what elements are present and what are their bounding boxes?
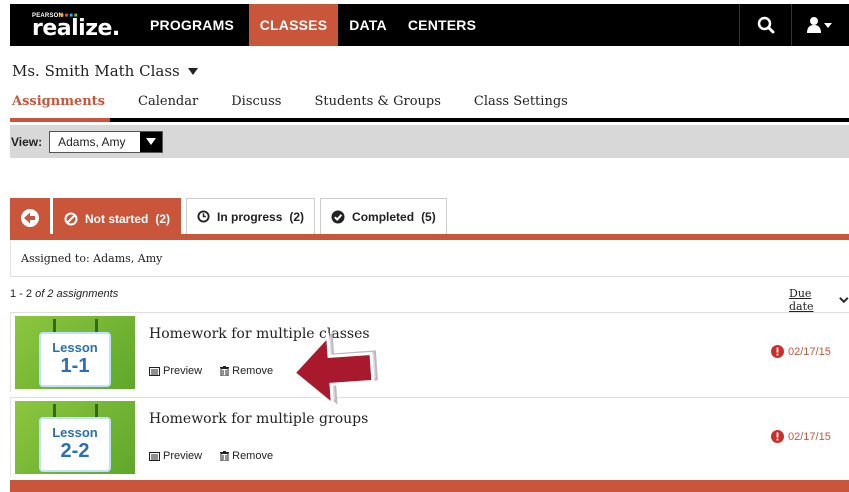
lesson-card: Lesson 2-2 [39,417,111,472]
view-label: View: [11,134,43,149]
lesson-label: Lesson [52,340,98,355]
lesson-label: Lesson [52,425,98,440]
assignment-actions: Preview Remove [149,365,273,377]
assignment-count: 1 - 2 of 2 assignments [10,288,849,300]
lesson-thumbnail[interactable]: Lesson 1-1 [15,316,135,389]
alert-icon [771,430,784,443]
preview-icon [149,451,160,461]
lesson-number: 2-2 [60,440,90,462]
due-date-value: 02/17/15 [788,430,831,443]
nav-centers[interactable]: CENTERS [398,4,486,46]
select-toggle[interactable] [140,131,163,152]
tab-not-started[interactable]: Not started (2) [53,198,182,238]
tab-label: Completed [352,209,415,224]
user-menu-button[interactable] [791,4,849,46]
student-select[interactable]: Adams, Amy [49,130,164,153]
caret-down-icon [146,138,157,145]
due-date: 02/17/15 [771,345,831,358]
tab-assignments[interactable]: Assignments [12,94,105,109]
back-arrow-icon [21,209,39,227]
search-icon [757,16,774,34]
remove-button[interactable]: Remove [220,365,273,377]
preview-button[interactable]: Preview [149,365,202,377]
due-date-value: 02/17/15 [788,345,831,358]
search-button[interactable] [739,4,791,46]
pointer-arrow-icon [291,332,378,408]
active-tab-indicator [10,118,110,122]
class-title: Ms. Smith Math Class [12,62,180,80]
assignment-total: of 2 assignments [35,288,119,300]
assignment-range: 1 - 2 [10,288,33,300]
assignment-actions: Preview Remove [149,450,273,462]
remove-label: Remove [232,365,274,377]
due-date-sort[interactable]: Due date [789,287,849,313]
realize-wordmark: realize. [32,16,120,41]
table-row[interactable]: Lesson 1-1 Homework for multiple classes… [10,312,849,392]
user-menu-icon [806,17,832,33]
status-tabs: Not started (2) In progress (2) Complete… [10,198,452,238]
chevron-down-icon [839,297,849,304]
tab-count: (5) [421,209,436,224]
sort-label: Due date [789,287,814,313]
bottom-bar [10,480,849,492]
realize-logo[interactable]: PEARSON ■■■■ realize. [10,4,135,46]
nav-classes[interactable]: CLASSES [249,4,338,46]
preview-button[interactable]: Preview [149,450,202,462]
clock-icon [197,210,210,223]
tab-label: In progress [217,209,283,224]
tab-label: Not started [85,211,149,226]
caret-down-icon [187,67,198,75]
remove-button[interactable]: Remove [220,450,273,462]
table-row[interactable]: Lesson 2-2 Homework for multiple groups … [10,397,849,477]
back-button[interactable] [10,198,50,238]
nav-programs[interactable]: PROGRAMS [135,4,249,46]
tab-calendar[interactable]: Calendar [138,94,198,109]
top-nav: PEARSON ■■■■ realize. PROGRAMS CLASSES D… [10,4,849,46]
not-started-icon [64,212,78,225]
tab-count: (2) [155,211,171,226]
remove-label: Remove [232,450,274,462]
trash-icon [220,451,230,461]
tab-completed[interactable]: Completed (5) [320,198,447,234]
lesson-number: 1-1 [60,355,90,377]
view-bar: View: Adams, Amy [10,125,849,158]
class-selector[interactable]: Ms. Smith Math Class [12,62,198,80]
due-date: 02/17/15 [771,430,831,443]
tab-class-settings[interactable]: Class Settings [474,94,568,109]
tab-discuss[interactable]: Discuss [231,94,281,109]
lesson-card: Lesson 1-1 [39,332,111,387]
lesson-thumbnail[interactable]: Lesson 2-2 [15,401,135,474]
tab-in-progress[interactable]: In progress (2) [186,198,316,234]
tab-count: (2) [289,209,305,224]
class-tabs: Assignments Calendar Discuss Students & … [12,94,601,109]
alert-icon [771,345,784,358]
assignment-title[interactable]: Homework for multiple groups [149,411,368,427]
preview-icon [149,366,160,376]
student-select-value: Adams, Amy [58,134,126,149]
preview-label: Preview [163,450,203,462]
trash-icon [220,366,230,376]
tab-students-groups[interactable]: Students & Groups [314,94,440,109]
tabs-divider [10,118,849,122]
nav-data[interactable]: DATA [338,4,398,46]
status-bar [10,234,849,240]
check-circle-icon [331,210,345,223]
assigned-to: Assigned to: Adams, Amy [10,241,849,277]
preview-label: Preview [163,365,203,377]
